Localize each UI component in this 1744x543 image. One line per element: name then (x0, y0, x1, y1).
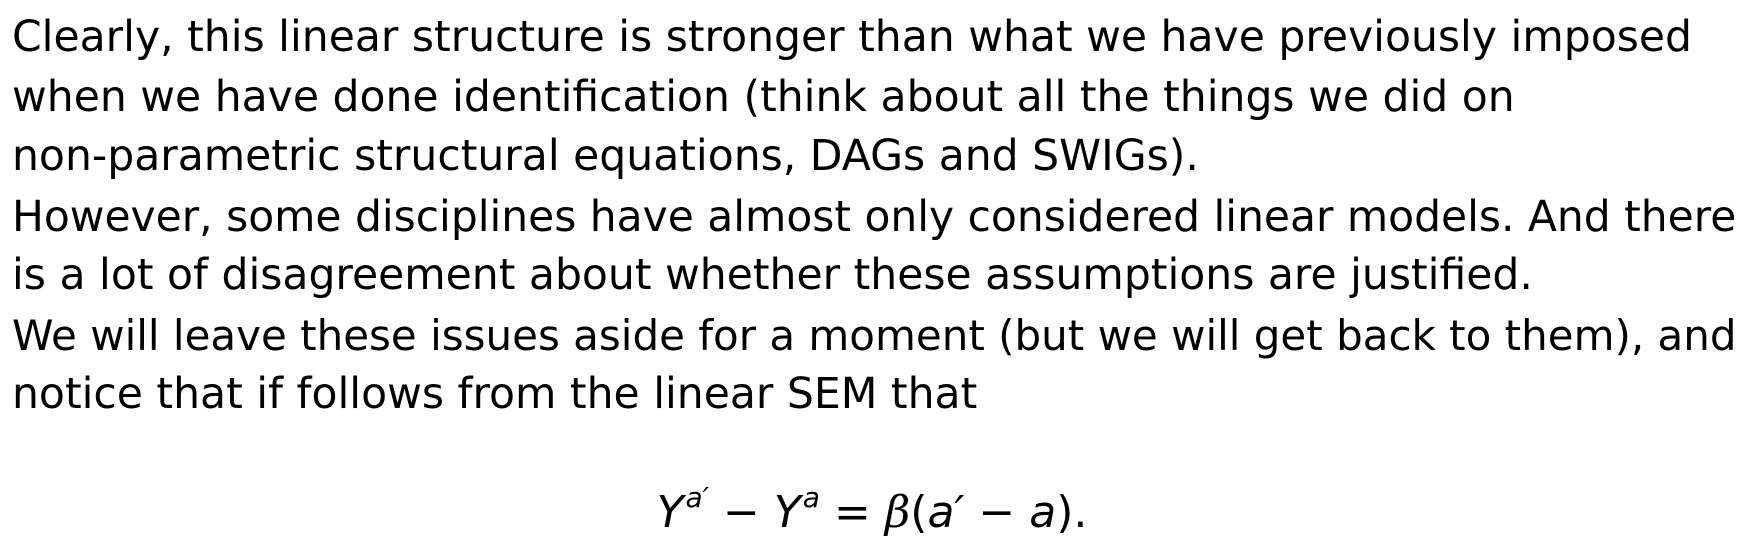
equation-superscript-a: a (802, 481, 820, 514)
paragraph-3-line-1: We will leave these issues aside for a m… (12, 310, 1737, 360)
paragraph-1-line-3: non-parametric structural equations, DAG… (12, 132, 1199, 181)
slide: Clearly, this linear structure is strong… (0, 0, 1744, 543)
paragraph-1-line-1: Clearly, this linear structure is strong… (12, 13, 1692, 62)
paragraph-2-line-2: is a lot of disagreement about whether t… (12, 251, 1533, 300)
display-equation: Ya′ − Ya = β(a′ − a). (0, 468, 1744, 543)
equation-superscript-a-prime: a′ (685, 481, 710, 514)
paragraph-1-line-2: when we have done identification (think … (12, 72, 1515, 122)
equation-inner-minus: − (978, 487, 1016, 538)
equation-a-prime: a′ (927, 487, 965, 538)
equation-equals: = (833, 487, 871, 538)
body-text: Clearly, this linear structure is strong… (12, 8, 1737, 425)
equation-beta: β (884, 487, 911, 538)
equation-a: a (1029, 487, 1057, 538)
equation-open-paren: ( (910, 487, 928, 538)
equation-y-prime-var: Y (656, 487, 684, 538)
paragraph-3-line-2: notice that if follows from the linear S… (12, 370, 978, 419)
equation-close-paren: ). (1056, 487, 1088, 538)
equation-y-var: Y (773, 487, 801, 538)
paragraph-2-line-1: However, some disciplines have almost on… (12, 191, 1737, 241)
equation-minus: − (723, 487, 760, 538)
